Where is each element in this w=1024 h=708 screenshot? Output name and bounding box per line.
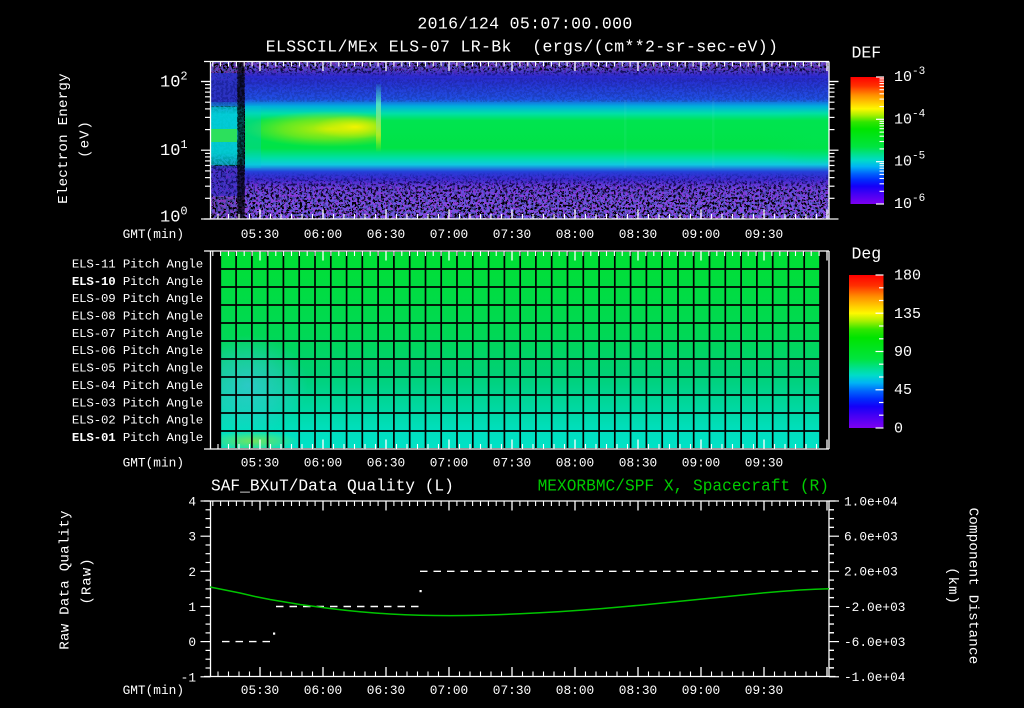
- svg-text:06:00: 06:00: [304, 456, 342, 471]
- svg-text:DEF: DEF: [852, 44, 882, 63]
- svg-text:07:00: 07:00: [430, 456, 468, 471]
- svg-text:ELS-05 Pitch Angle: ELS-05 Pitch Angle: [72, 362, 203, 376]
- svg-text:09:30: 09:30: [745, 227, 783, 242]
- svg-text:MEXORBMC/SPF X, Spacecraft (R): MEXORBMC/SPF X, Spacecraft (R): [538, 478, 829, 496]
- svg-text:08:30: 08:30: [619, 456, 657, 471]
- svg-text:-1.0e+04: -1.0e+04: [844, 670, 906, 685]
- svg-text:2.0e+03: 2.0e+03: [844, 565, 898, 580]
- svg-text:06:30: 06:30: [367, 227, 405, 242]
- svg-text:06:30: 06:30: [367, 456, 405, 471]
- svg-text:06:00: 06:00: [304, 227, 342, 242]
- svg-text:3: 3: [188, 530, 196, 545]
- svg-text:180: 180: [894, 268, 921, 285]
- svg-text:09:00: 09:00: [682, 456, 720, 471]
- svg-text:(km): (km): [944, 567, 960, 605]
- svg-text:07:30: 07:30: [493, 456, 531, 471]
- svg-text:ELS-08 Pitch Angle: ELS-08 Pitch Angle: [72, 310, 203, 324]
- svg-text:0: 0: [894, 421, 903, 438]
- svg-text:Raw Data Quality: Raw Data Quality: [58, 510, 74, 650]
- svg-text:07:30: 07:30: [493, 227, 531, 242]
- svg-text:ELS-09 Pitch Angle: ELS-09 Pitch Angle: [72, 292, 203, 306]
- svg-text:ELS-04 Pitch Angle: ELS-04 Pitch Angle: [72, 379, 203, 393]
- svg-text:-6.0e+03: -6.0e+03: [844, 635, 905, 650]
- svg-text:-2.0e+03: -2.0e+03: [844, 600, 905, 615]
- svg-text:ELS-06 Pitch Angle: ELS-06 Pitch Angle: [72, 344, 203, 358]
- svg-text:09:30: 09:30: [745, 683, 783, 698]
- svg-text:08:00: 08:00: [556, 456, 594, 471]
- svg-text:07:00: 07:00: [430, 683, 468, 698]
- svg-text:ELS-11 Pitch Angle: ELS-11 Pitch Angle: [72, 257, 203, 271]
- svg-text:GMT(min): GMT(min): [123, 683, 184, 698]
- svg-text:09:30: 09:30: [745, 456, 783, 471]
- svg-text:08:00: 08:00: [556, 227, 594, 242]
- svg-text:2016/124 05:07:00.000: 2016/124 05:07:00.000: [417, 15, 632, 34]
- svg-text:135: 135: [894, 306, 921, 323]
- svg-text:1.0e+04: 1.0e+04: [844, 495, 898, 510]
- svg-text:1: 1: [188, 600, 196, 615]
- svg-text:45: 45: [894, 382, 912, 399]
- svg-text:08:00: 08:00: [556, 683, 594, 698]
- svg-text:0: 0: [188, 635, 196, 650]
- svg-text:Component Distance: Component Distance: [965, 508, 981, 665]
- svg-text:SAF_BXuT/Data Quality (L): SAF_BXuT/Data Quality (L): [211, 478, 454, 496]
- svg-text:08:30: 08:30: [619, 227, 657, 242]
- svg-text:GMT(min): GMT(min): [123, 227, 184, 242]
- svg-text:ELS-01 Pitch Angle: ELS-01 Pitch Angle: [72, 431, 203, 445]
- svg-text:Deg: Deg: [852, 245, 882, 264]
- svg-text:09:00: 09:00: [682, 683, 720, 698]
- svg-text:2: 2: [188, 565, 196, 580]
- svg-text:(Raw): (Raw): [80, 557, 96, 604]
- svg-text:(eV): (eV): [78, 120, 94, 158]
- svg-text:4: 4: [188, 495, 196, 510]
- svg-text:ELSSCIL/MEx ELS-07 LR-Bk (erg: ELSSCIL/MEx ELS-07 LR-Bk (ergs/(cm**2-sr…: [266, 38, 779, 57]
- svg-text:6.0e+03: 6.0e+03: [844, 530, 898, 545]
- svg-text:09:00: 09:00: [682, 227, 720, 242]
- svg-text:ELS-10 Pitch Angle: ELS-10 Pitch Angle: [72, 275, 203, 289]
- svg-text:05:30: 05:30: [241, 227, 279, 242]
- svg-text:90: 90: [894, 344, 912, 361]
- svg-text:GMT(min): GMT(min): [123, 456, 184, 471]
- svg-text:ELS-02 Pitch Angle: ELS-02 Pitch Angle: [72, 414, 203, 428]
- svg-text:07:00: 07:00: [430, 227, 468, 242]
- svg-text:06:00: 06:00: [304, 683, 342, 698]
- svg-text:05:30: 05:30: [241, 683, 279, 698]
- svg-text:07:30: 07:30: [493, 683, 531, 698]
- svg-text:08:30: 08:30: [619, 683, 657, 698]
- svg-text:Electron Energy: Electron Energy: [56, 73, 72, 204]
- svg-text:ELS-03 Pitch Angle: ELS-03 Pitch Angle: [72, 396, 203, 410]
- svg-text:ELS-07 Pitch Angle: ELS-07 Pitch Angle: [72, 327, 203, 341]
- svg-text:05:30: 05:30: [241, 456, 279, 471]
- svg-text:06:30: 06:30: [367, 683, 405, 698]
